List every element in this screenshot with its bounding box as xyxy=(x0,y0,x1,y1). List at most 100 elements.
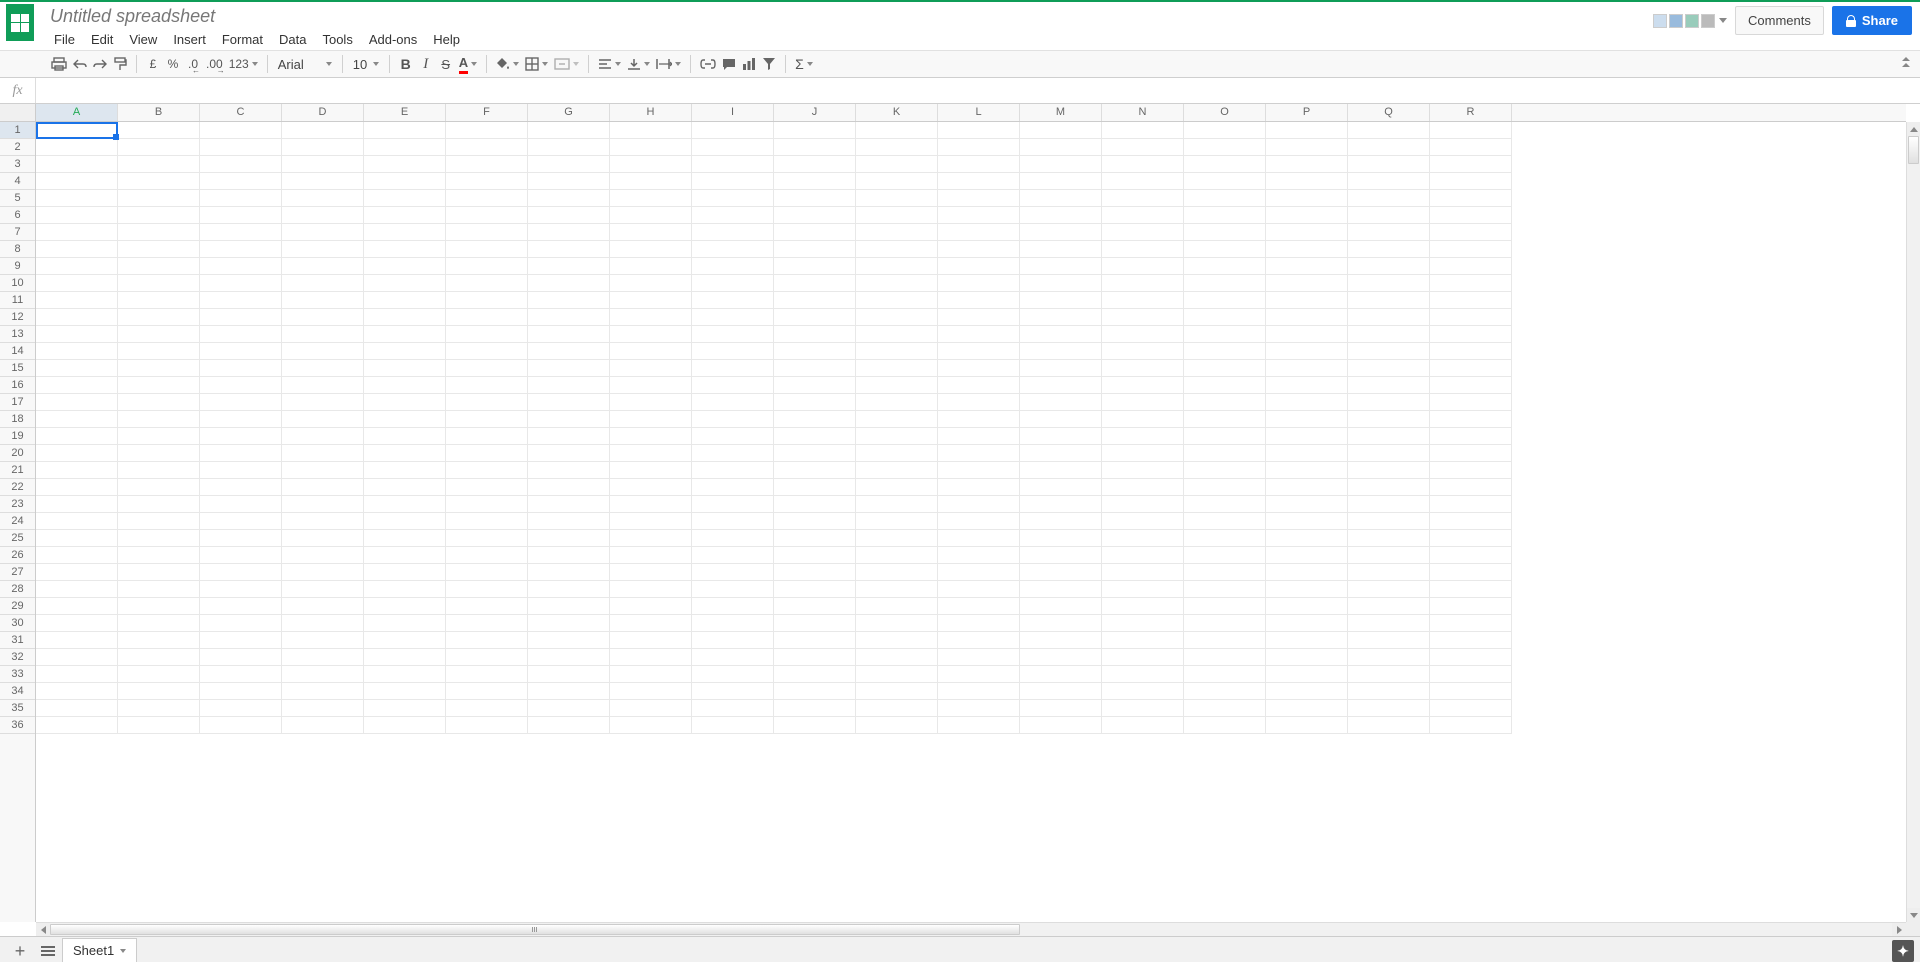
cell-D30[interactable] xyxy=(282,615,364,632)
cell-H4[interactable] xyxy=(610,173,692,190)
explore-button[interactable]: ✦ xyxy=(1892,940,1914,962)
italic-button[interactable]: I xyxy=(416,53,436,75)
cell-B29[interactable] xyxy=(118,598,200,615)
cell-Q1[interactable] xyxy=(1348,122,1430,139)
cell-L12[interactable] xyxy=(938,309,1020,326)
cell-P4[interactable] xyxy=(1266,173,1348,190)
cell-P34[interactable] xyxy=(1266,683,1348,700)
column-header-J[interactable]: J xyxy=(774,104,856,121)
cell-G29[interactable] xyxy=(528,598,610,615)
menu-format[interactable]: Format xyxy=(214,30,271,49)
cell-B34[interactable] xyxy=(118,683,200,700)
sheets-logo[interactable] xyxy=(6,4,34,41)
cell-G26[interactable] xyxy=(528,547,610,564)
cell-O30[interactable] xyxy=(1184,615,1266,632)
cell-K22[interactable] xyxy=(856,479,938,496)
cell-K6[interactable] xyxy=(856,207,938,224)
cell-I25[interactable] xyxy=(692,530,774,547)
cell-E28[interactable] xyxy=(364,581,446,598)
fill-color-button[interactable] xyxy=(493,53,522,75)
cell-P22[interactable] xyxy=(1266,479,1348,496)
cell-E34[interactable] xyxy=(364,683,446,700)
cell-F28[interactable] xyxy=(446,581,528,598)
cell-M35[interactable] xyxy=(1020,700,1102,717)
cell-P13[interactable] xyxy=(1266,326,1348,343)
column-header-C[interactable]: C xyxy=(200,104,282,121)
cell-M4[interactable] xyxy=(1020,173,1102,190)
cell-D36[interactable] xyxy=(282,717,364,734)
cell-K30[interactable] xyxy=(856,615,938,632)
cell-B3[interactable] xyxy=(118,156,200,173)
cell-A25[interactable] xyxy=(36,530,118,547)
cell-L4[interactable] xyxy=(938,173,1020,190)
cell-O24[interactable] xyxy=(1184,513,1266,530)
cell-R21[interactable] xyxy=(1430,462,1512,479)
cell-I22[interactable] xyxy=(692,479,774,496)
row-header-21[interactable]: 21 xyxy=(0,462,35,479)
cell-B1[interactable] xyxy=(118,122,200,139)
cell-G21[interactable] xyxy=(528,462,610,479)
cell-A15[interactable] xyxy=(36,360,118,377)
cell-P31[interactable] xyxy=(1266,632,1348,649)
cell-M28[interactable] xyxy=(1020,581,1102,598)
cell-E4[interactable] xyxy=(364,173,446,190)
cell-G11[interactable] xyxy=(528,292,610,309)
cell-K29[interactable] xyxy=(856,598,938,615)
comments-button[interactable]: Comments xyxy=(1735,6,1824,35)
cell-Q11[interactable] xyxy=(1348,292,1430,309)
cell-G3[interactable] xyxy=(528,156,610,173)
row-header-30[interactable]: 30 xyxy=(0,615,35,632)
cell-C17[interactable] xyxy=(200,394,282,411)
cell-P25[interactable] xyxy=(1266,530,1348,547)
cell-F11[interactable] xyxy=(446,292,528,309)
column-header-K[interactable]: K xyxy=(856,104,938,121)
row-header-35[interactable]: 35 xyxy=(0,700,35,717)
cell-L16[interactable] xyxy=(938,377,1020,394)
cell-N12[interactable] xyxy=(1102,309,1184,326)
cell-K36[interactable] xyxy=(856,717,938,734)
cell-H14[interactable] xyxy=(610,343,692,360)
cell-Q26[interactable] xyxy=(1348,547,1430,564)
cell-G22[interactable] xyxy=(528,479,610,496)
cell-N26[interactable] xyxy=(1102,547,1184,564)
cell-R6[interactable] xyxy=(1430,207,1512,224)
percent-button[interactable]: % xyxy=(163,53,183,75)
cell-O17[interactable] xyxy=(1184,394,1266,411)
row-header-9[interactable]: 9 xyxy=(0,258,35,275)
cell-L6[interactable] xyxy=(938,207,1020,224)
cell-B28[interactable] xyxy=(118,581,200,598)
cell-B13[interactable] xyxy=(118,326,200,343)
cell-E21[interactable] xyxy=(364,462,446,479)
cell-E19[interactable] xyxy=(364,428,446,445)
cell-G23[interactable] xyxy=(528,496,610,513)
cell-R27[interactable] xyxy=(1430,564,1512,581)
borders-button[interactable] xyxy=(522,53,551,75)
cell-E14[interactable] xyxy=(364,343,446,360)
cell-A11[interactable] xyxy=(36,292,118,309)
cell-A35[interactable] xyxy=(36,700,118,717)
cell-P15[interactable] xyxy=(1266,360,1348,377)
row-header-32[interactable]: 32 xyxy=(0,649,35,666)
cell-M30[interactable] xyxy=(1020,615,1102,632)
cell-O6[interactable] xyxy=(1184,207,1266,224)
cell-G19[interactable] xyxy=(528,428,610,445)
cell-J13[interactable] xyxy=(774,326,856,343)
cell-M23[interactable] xyxy=(1020,496,1102,513)
cell-O3[interactable] xyxy=(1184,156,1266,173)
bold-button[interactable]: B xyxy=(396,53,416,75)
cell-Q22[interactable] xyxy=(1348,479,1430,496)
cell-B4[interactable] xyxy=(118,173,200,190)
cell-Q36[interactable] xyxy=(1348,717,1430,734)
cell-K10[interactable] xyxy=(856,275,938,292)
cell-B16[interactable] xyxy=(118,377,200,394)
cell-M2[interactable] xyxy=(1020,139,1102,156)
cell-H31[interactable] xyxy=(610,632,692,649)
cell-P30[interactable] xyxy=(1266,615,1348,632)
cell-D9[interactable] xyxy=(282,258,364,275)
cell-P19[interactable] xyxy=(1266,428,1348,445)
cell-K23[interactable] xyxy=(856,496,938,513)
cell-F9[interactable] xyxy=(446,258,528,275)
cell-N14[interactable] xyxy=(1102,343,1184,360)
cell-M19[interactable] xyxy=(1020,428,1102,445)
cell-O8[interactable] xyxy=(1184,241,1266,258)
